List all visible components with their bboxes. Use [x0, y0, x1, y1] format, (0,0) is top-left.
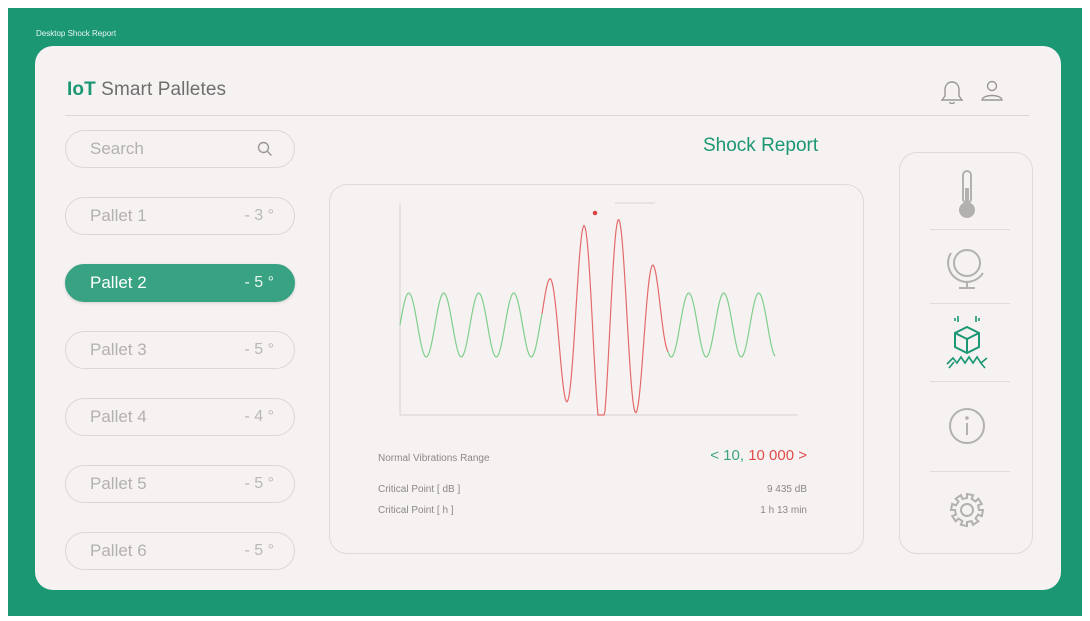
- pallet-label: Pallet 1: [90, 206, 147, 225]
- range-value: < 10, 10 000 >: [710, 447, 807, 464]
- settings-nav-button[interactable]: [900, 475, 1034, 545]
- pallet-label: Pallet 6: [90, 541, 147, 560]
- right-nav-rail: [899, 152, 1033, 554]
- chart-critical-point: [592, 210, 598, 216]
- pallet-temperature: - 5 °: [244, 274, 274, 291]
- bell-icon[interactable]: [939, 78, 965, 106]
- pallet-item-4[interactable]: Pallet 4 - 4 °: [65, 398, 295, 436]
- critical-db-label: Critical Point [ dB ]: [378, 484, 461, 495]
- pallet-temperature: - 4 °: [244, 408, 274, 425]
- settings-icon: [949, 492, 985, 528]
- pallet-item-6[interactable]: Pallet 6 - 5 °: [65, 532, 295, 570]
- pallet-temperature: - 5 °: [244, 341, 274, 358]
- pallet-label: Pallet 3: [90, 340, 147, 359]
- critical-db-value: 9 435 dB: [766, 484, 807, 495]
- critical-h-label: Critical Point [ h ]: [378, 505, 454, 516]
- app-brand: IoT Smart Palletes: [67, 79, 226, 101]
- location-nav-button[interactable]: [900, 233, 1034, 303]
- rail-divider: [930, 229, 1010, 230]
- normal-vibration-wave: [399, 292, 543, 358]
- page-title: Shock Report: [703, 135, 819, 156]
- window-title: Desktop Shock Report: [36, 29, 117, 38]
- shock-box-icon: [946, 316, 988, 369]
- shock-report-nav-button[interactable]: [900, 309, 1034, 379]
- temperature-nav-button[interactable]: [900, 159, 1034, 229]
- search-placeholder: Search: [90, 139, 144, 158]
- pallet-temperature: - 3 °: [244, 207, 274, 224]
- thermometer-icon: [959, 170, 975, 218]
- rail-divider: [930, 303, 1010, 304]
- info-icon: [949, 408, 985, 444]
- pallet-label: Pallet 5: [90, 474, 147, 493]
- range-label: Normal Vibrations Range: [378, 453, 490, 464]
- globe-icon: [947, 249, 984, 289]
- pallet-label: Pallet 2: [90, 273, 147, 292]
- rail-divider: [930, 471, 1010, 472]
- info-nav-button[interactable]: [900, 391, 1034, 461]
- search-input[interactable]: Search: [65, 130, 295, 168]
- critical-vibration-wave: [541, 219, 669, 416]
- range-max: 10 000 >: [748, 447, 807, 464]
- user-icon[interactable]: [979, 78, 1005, 106]
- pallet-temperature: - 5 °: [244, 475, 274, 492]
- rail-divider: [930, 381, 1010, 382]
- critical-h-value: 1 h 13 min: [760, 505, 807, 516]
- main-card: IoT Smart Palletes Search Pallet 1 - 3 °…: [35, 46, 1061, 590]
- vibration-chart-panel: Normal Vibrations Range < 10, 10 000 > C…: [329, 184, 864, 554]
- search-icon[interactable]: [256, 140, 274, 158]
- header-divider: [65, 115, 1029, 116]
- pallet-item-3[interactable]: Pallet 3 - 5 °: [65, 331, 295, 369]
- pallet-item-1[interactable]: Pallet 1 - 3 °: [65, 197, 295, 235]
- brand-bold: IoT: [67, 79, 96, 100]
- normal-vibration-wave: [667, 292, 776, 358]
- pallet-temperature: - 5 °: [244, 542, 274, 559]
- brand-rest: Smart Palletes: [95, 79, 227, 100]
- pallet-label: Pallet 4: [90, 407, 147, 426]
- pallet-item-2[interactable]: Pallet 2 - 5 °: [65, 264, 295, 302]
- vibration-chart: [399, 202, 798, 416]
- range-min: < 10,: [710, 447, 749, 464]
- pallet-item-5[interactable]: Pallet 5 - 5 °: [65, 465, 295, 503]
